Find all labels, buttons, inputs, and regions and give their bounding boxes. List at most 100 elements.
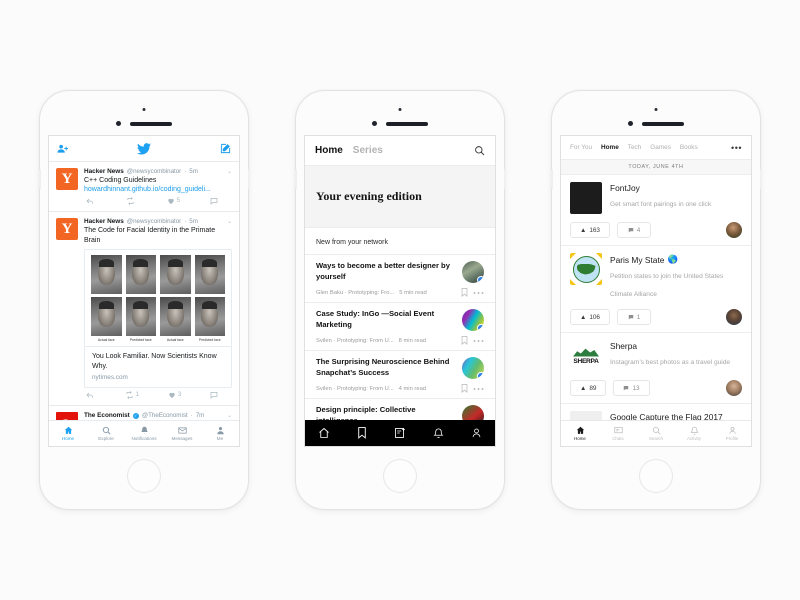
tweet-link-card[interactable]: Actual face Predicted face Actual face P…: [84, 248, 232, 389]
tab-games[interactable]: Games: [650, 144, 671, 151]
more-options-icon[interactable]: [473, 339, 484, 343]
list-item[interactable]: Google Capture the Flag 2017 Google’s 2n…: [561, 404, 751, 420]
producthunt-product-list[interactable]: FontJoy Get smart font pairings in one c…: [561, 175, 751, 420]
home-button[interactable]: [127, 459, 161, 493]
bookmark-icon[interactable]: [461, 288, 468, 297]
envelope-icon: [177, 426, 187, 435]
tab-tech[interactable]: Tech: [628, 144, 642, 151]
comment-button[interactable]: 4: [617, 222, 651, 238]
like-icon[interactable]: 5: [167, 197, 180, 205]
story-thumbnail: [462, 309, 484, 331]
list-item[interactable]: Ways to become a better designer by your…: [305, 254, 495, 302]
tab-notifications[interactable]: Notifications: [125, 421, 163, 446]
chevron-down-icon[interactable]: ⌄: [227, 168, 232, 175]
share-icon[interactable]: [210, 391, 218, 399]
chevron-down-icon[interactable]: ⌄: [227, 218, 232, 225]
avatar[interactable]: [726, 222, 742, 238]
face-label: Actual face: [97, 337, 115, 342]
product-thumbnail: [570, 253, 602, 285]
tab-series[interactable]: Series: [353, 145, 383, 156]
tweet-dot: ·: [184, 168, 187, 175]
tab-chats[interactable]: Chats: [599, 421, 637, 446]
tab-messages[interactable]: Messages: [163, 421, 201, 446]
comment-button[interactable]: 1: [617, 309, 651, 325]
tweet-item[interactable]: Y Hacker News @newsycombinator · 5m ⌄ Th…: [49, 212, 239, 407]
avatar[interactable]: The Economist: [56, 412, 78, 420]
avatar[interactable]: Y: [56, 218, 78, 241]
proximity-sensor-icon: [628, 121, 633, 126]
tab-for-you[interactable]: For You: [570, 144, 592, 151]
bookmark-icon[interactable]: [461, 384, 468, 393]
add-person-icon[interactable]: [57, 143, 68, 154]
tab-profile[interactable]: Profile: [713, 421, 751, 446]
list-item[interactable]: Case Study: InGo —Social Event Marketing…: [305, 302, 495, 350]
more-options-icon[interactable]: [473, 387, 484, 391]
tweet-author: Hacker News: [84, 168, 124, 175]
medium-story-list[interactable]: Ways to become a better designer by your…: [305, 254, 495, 420]
nav-home[interactable]: [318, 427, 330, 439]
story-title: Case Study: InGo —Social Event Marketing: [316, 309, 435, 329]
chat-icon: [613, 426, 623, 435]
twitter-feed[interactable]: Y Hacker News @newsycombinator · 5m ⌄ C+…: [49, 162, 239, 420]
list-item[interactable]: SHERPA Sherpa Instagram’s best photos as…: [561, 333, 751, 404]
tab-home[interactable]: Home: [49, 421, 87, 446]
nav-new-story[interactable]: [394, 427, 406, 439]
home-button[interactable]: [383, 459, 417, 493]
tab-home[interactable]: Home: [315, 145, 343, 156]
tab-search[interactable]: Search: [637, 421, 675, 446]
comment-button[interactable]: 13: [613, 380, 650, 396]
medium-hero-banner[interactable]: Your evening edition: [305, 166, 495, 228]
upvote-button[interactable]: ▲ 89: [570, 380, 607, 396]
bell-icon: [140, 426, 149, 435]
product-name: Paris My State: [610, 254, 665, 265]
tab-label: Profile: [725, 436, 739, 442]
upvote-arrow-icon: ▲: [580, 226, 587, 234]
like-icon[interactable]: 3: [168, 391, 181, 399]
more-tabs-icon[interactable]: •••: [731, 143, 742, 153]
tab-activity[interactable]: Activity: [675, 421, 713, 446]
product-tagline: Petition states to join the United State…: [610, 273, 724, 298]
list-item[interactable]: The Surprising Neuroscience Behind Snapc…: [305, 350, 495, 398]
product-meta: ▲ 106 1: [570, 309, 742, 325]
search-icon: [102, 426, 111, 435]
reply-icon[interactable]: [86, 391, 96, 399]
compose-tweet-icon[interactable]: [220, 143, 231, 154]
product-name: FontJoy: [610, 183, 640, 193]
nav-profile[interactable]: [471, 427, 482, 439]
tweet-link[interactable]: howardhinnant.github.io/coding_guideli..…: [84, 185, 232, 194]
tab-me[interactable]: Me: [201, 421, 239, 446]
home-button[interactable]: [639, 459, 673, 493]
list-item[interactable]: Design principle: Collective intelligenc…: [305, 398, 495, 420]
avatar[interactable]: [726, 380, 742, 396]
upvote-button[interactable]: ▲ 163: [570, 222, 610, 238]
list-item[interactable]: FontJoy Get smart font pairings in one c…: [561, 175, 751, 246]
tab-home[interactable]: Home: [561, 421, 599, 446]
tweet-header: Hacker News @newsycombinator · 5m ⌄: [84, 168, 232, 175]
retweet-icon[interactable]: [126, 197, 137, 206]
medium-topbar: Home Series: [305, 136, 495, 166]
retweet-icon[interactable]: 1: [125, 391, 139, 400]
list-item[interactable]: Paris My State 🌎 Petition states to join…: [561, 246, 751, 333]
link-card-domain: nytimes.com: [92, 374, 128, 382]
producthunt-topbar: For You Home Tech Games Books •••: [561, 136, 751, 160]
share-icon[interactable]: [210, 197, 218, 206]
tweet-item[interactable]: Y Hacker News @newsycombinator · 5m ⌄ C+…: [49, 162, 239, 213]
avatar[interactable]: [726, 309, 742, 325]
tab-home[interactable]: Home: [601, 144, 619, 151]
search-icon[interactable]: [474, 145, 485, 156]
nav-notifications[interactable]: [433, 427, 444, 439]
chevron-down-icon[interactable]: ⌄: [227, 412, 232, 419]
tab-books[interactable]: Books: [680, 144, 698, 151]
bookmark-icon[interactable]: [461, 336, 468, 345]
avatar[interactable]: Y: [56, 168, 78, 190]
upvote-button[interactable]: ▲ 106: [570, 309, 610, 325]
tab-label: Search: [649, 436, 663, 442]
nav-bookmarks[interactable]: [357, 427, 367, 439]
reply-icon[interactable]: [86, 197, 96, 205]
tweet-header: The Economist ✓ @TheEconomist · 7m ⌄: [84, 412, 232, 419]
tweet-item[interactable]: The Economist The Economist ✓ @TheEconom…: [49, 406, 239, 420]
tab-explore[interactable]: Explore: [87, 421, 125, 446]
more-options-icon[interactable]: [473, 291, 484, 295]
upvote-count: 163: [589, 226, 600, 234]
sensor-speaker-group: [372, 121, 428, 126]
